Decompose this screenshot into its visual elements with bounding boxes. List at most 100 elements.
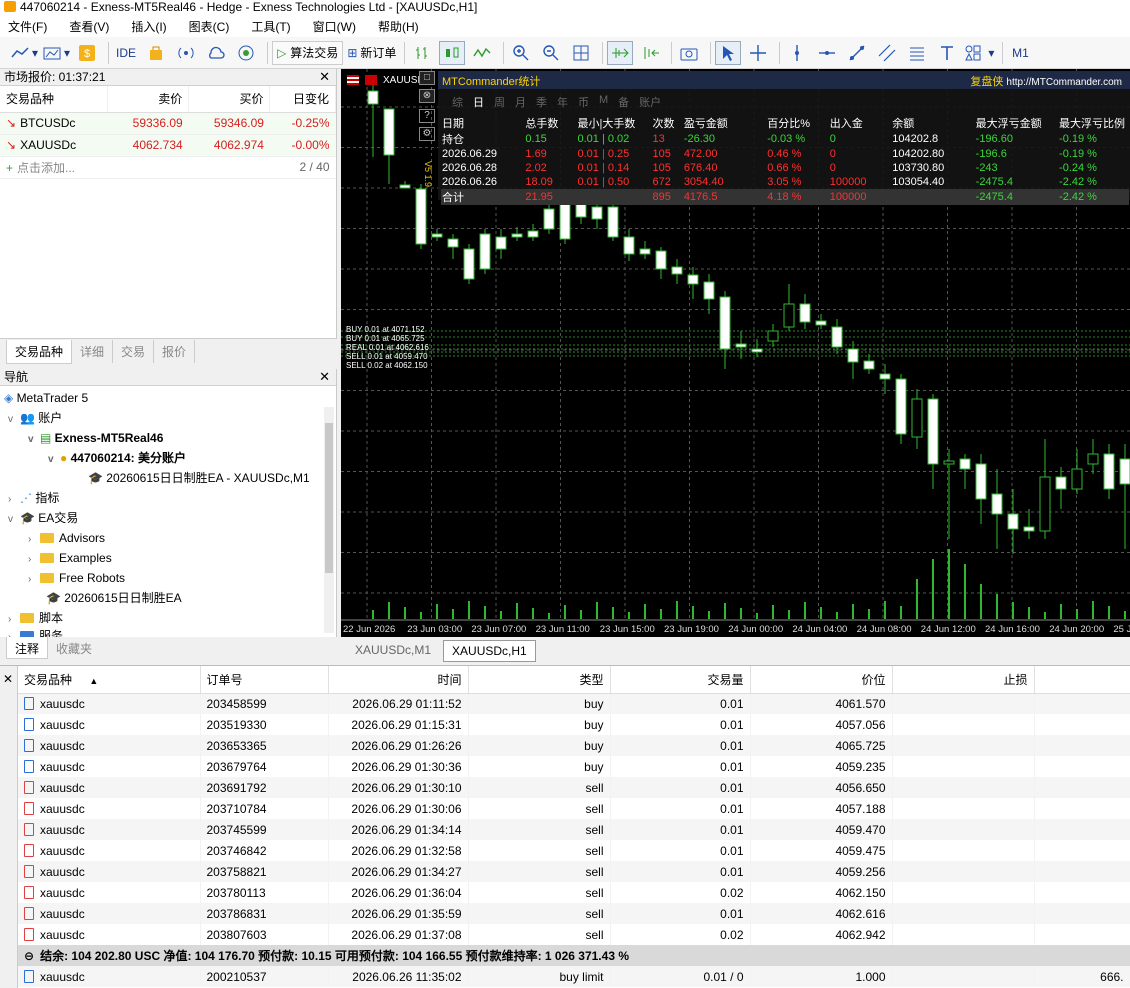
menu-insert[interactable]: 插入(I) [131,18,166,35]
settings-icon[interactable]: ⚙ [419,127,435,141]
autoscroll-icon[interactable] [607,40,634,65]
tree-account[interactable]: v ● 447060214: 美分账户 [48,448,186,468]
algo-trading-button[interactable]: ▷ 算法交易 [272,40,344,65]
mtc-period-tab[interactable]: 季 [536,94,547,110]
position-row[interactable]: xauusdc 203746842 2026.06.29 01:32:58 sell 0… [18,840,1130,861]
zoom-out-icon[interactable] [538,41,564,65]
signals-icon[interactable] [173,41,199,65]
close-icon[interactable]: ✕ [3,672,13,686]
navigator-scrollbar[interactable] [324,407,334,633]
col-type[interactable]: 类型 [468,666,611,694]
position-row[interactable]: xauusdc 203710784 2026.06.29 01:30:06 sell 0… [18,798,1130,819]
zoom-in-icon[interactable] [508,41,534,65]
col-time[interactable]: 时间 [328,666,469,694]
tab-details[interactable]: 详细 [72,340,114,363]
horizontal-line-icon[interactable] [814,41,840,65]
mtc-period-tab[interactable]: 年 [557,94,568,110]
bar-chart-icon[interactable] [409,41,435,65]
tree-ea-file[interactable]: 🎓 20260615日日制胜EA [46,588,182,608]
shopping-bag-icon[interactable] [143,41,169,65]
tree-free-robots[interactable]: › Free Robots [28,568,125,588]
shapes-icon[interactable]: ▾ [964,41,994,65]
mtc-period-tab[interactable]: 币 [578,94,589,110]
screenshot-icon[interactable] [676,41,702,65]
tree-ea-attached[interactable]: 🎓 20260615日日制胜EA - XAUUSDc,M1 [88,468,310,488]
position-row[interactable]: xauusdc 203745599 2026.06.29 01:34:14 sell 0… [18,819,1130,840]
col-symbol[interactable]: 交易品种 [0,86,108,113]
position-row[interactable]: xauusdc 203786831 2026.06.29 01:35:59 sell 0… [18,903,1130,924]
channel-icon[interactable] [874,41,900,65]
ide-button[interactable]: IDE [113,41,139,65]
tab-chart-m1[interactable]: XAUUSDc,M1 [347,640,439,662]
mtc-period-tab[interactable]: 日 [473,94,484,110]
tree-accounts[interactable]: v 👥 账户 [8,408,62,428]
col-order[interactable]: 订单号 [200,666,329,694]
mtc-link[interactable]: 复盘侠 http://MTCommander.com [970,73,1122,89]
col-price[interactable]: 价位 [750,666,893,694]
tab-ticks[interactable]: 报价 [154,340,196,363]
market-icon[interactable]: $ [74,41,100,65]
mtc-period-tab[interactable]: 月 [515,94,526,110]
position-row[interactable]: xauusdc 203780113 2026.06.29 01:36:04 sell 0… [18,882,1130,903]
cursor-icon[interactable] [715,40,742,65]
col-symbol[interactable]: 交易品种 ▲ [18,666,201,694]
cloud-icon[interactable] [203,41,229,65]
position-row[interactable]: xauusdc 203679764 2026.06.29 01:30:36 buy 0.… [18,756,1130,777]
chart-window[interactable]: 22 Jun 2026 23 Jun 03:00 23 Jun 07:00 23 Ju… [341,69,1130,637]
tree-ea[interactable]: v 🎓 EA交易 [8,508,78,528]
tree-server[interactable]: v ▤ Exness-MT5Real46 [28,428,163,448]
scrollbar-thumb[interactable] [325,423,333,573]
menu-charts[interactable]: 图表(C) [189,18,230,35]
tree-indicators[interactable]: › ⋰ 指标 [8,488,59,508]
crosshair-icon[interactable] [745,41,771,65]
position-row[interactable]: xauusdc 203758821 2026.06.29 01:34:27 sell 0… [18,861,1130,882]
position-row[interactable]: xauusdc 203458599 2026.06.29 01:11:52 buy 0.… [18,693,1130,714]
position-row[interactable]: xauusdc 203519330 2026.06.29 01:15:31 buy 0.… [18,714,1130,735]
market-row[interactable]: ↘ BTCUSDc 59336.09 59346.09 -0.25% [0,112,336,135]
candlestick-icon[interactable] [439,40,466,65]
menu-help[interactable]: 帮助(H) [378,18,419,35]
add-symbol-row[interactable]: + 点击添加... 2 / 40 [0,156,336,179]
text-icon[interactable] [934,41,960,65]
close-icon[interactable]: ✕ [319,369,330,385]
pending-order-row[interactable]: xauusdc 200210537 2026.06.26 11:35:02 buy l… [18,966,1130,987]
close-icon[interactable]: ✕ [319,69,330,85]
tab-common[interactable]: 注释 [6,637,49,659]
col-ask[interactable]: 买价 [188,86,271,113]
tab-symbols[interactable]: 交易品种 [6,340,73,364]
fibonacci-icon[interactable] [904,41,930,65]
mtc-period-tab[interactable]: 周 [494,94,505,110]
chart-shift-icon[interactable] [637,41,663,65]
menu-tools[interactable]: 工具(T) [251,18,290,35]
position-row[interactable]: xauusdc 203807603 2026.06.29 01:37:08 sell 0… [18,924,1130,945]
line-chart-icon[interactable] [469,41,495,65]
tile-windows-icon[interactable] [568,41,594,65]
tree-examples[interactable]: › Examples [28,548,112,568]
reset-icon[interactable]: ⊗ [419,89,435,103]
help-icon[interactable]: ? [419,109,435,123]
vps-icon[interactable] [233,41,259,65]
trendline-icon[interactable] [844,41,870,65]
col-stoploss[interactable]: 止损 [892,666,1035,694]
mtc-period-tab[interactable]: M [599,94,608,110]
mtc-period-tab[interactable]: 综 [452,94,463,110]
position-row[interactable]: xauusdc 203653365 2026.06.29 01:26:26 buy 0.… [18,735,1130,756]
minimize-icon[interactable]: □ [419,71,435,85]
templates-icon[interactable]: ▾ [42,41,70,65]
tab-chart-h1[interactable]: XAUUSDc,H1 [443,640,536,662]
mtc-period-tab[interactable]: 账户 [639,94,661,110]
col-bid[interactable]: 卖价 [107,86,190,113]
position-row[interactable]: xauusdc 203691792 2026.06.29 01:30:10 sell 0… [18,777,1130,798]
tree-advisors[interactable]: › Advisors [28,528,105,548]
menu-file[interactable]: 文件(F) [8,18,47,35]
vertical-line-icon[interactable] [784,41,810,65]
menu-window[interactable]: 窗口(W) [313,18,356,35]
collapse-icon[interactable]: ⊖ [24,949,34,963]
timeframe-m1[interactable]: M1 [1007,41,1033,65]
market-row[interactable]: ↘ XAUUSDc 4062.734 4062.974 -0.00% [0,134,336,157]
chart-type-icon[interactable]: ▾ [10,41,38,65]
mtc-period-tab[interactable]: 备 [618,94,629,110]
tree-mt5[interactable]: ◈ MetaTrader 5 [4,388,88,408]
menu-view[interactable]: 查看(V) [69,18,109,35]
col-change[interactable]: 日变化 [269,86,336,113]
